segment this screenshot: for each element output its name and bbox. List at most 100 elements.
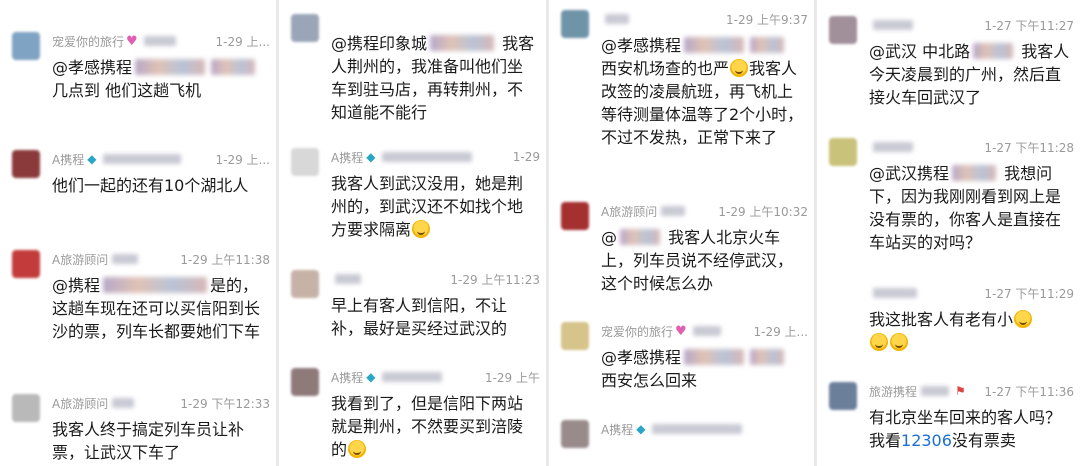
message-meta: 1-27 下午11:29 bbox=[869, 284, 1074, 302]
chat-panel-3: 1-29 上午9:37 @孝感携程 西安机场查的也严 我客人改签的凌晨航班，再飞机… bbox=[546, 0, 814, 466]
message-meta: 旅游携程 ⚑ 1-27 下午11:36 bbox=[869, 382, 1074, 400]
sender-name: A携程 bbox=[52, 152, 85, 167]
message-text: 有北京坐车回来的客人吗？我看12306没有票卖 bbox=[869, 406, 1072, 452]
avatar[interactable] bbox=[12, 394, 40, 422]
timestamp: 1-29 上... bbox=[215, 152, 271, 167]
mention[interactable]: @孝感携程 bbox=[601, 36, 681, 55]
timestamp: 1-29 bbox=[512, 150, 540, 164]
redacted-text bbox=[684, 37, 745, 53]
chat-panel-1: ··· 宠爱你的旅行 ♥ 1-29 上... @孝感携程 几点到 他们这趟飞机 … bbox=[0, 0, 276, 466]
mention[interactable]: @孝感携程 bbox=[601, 348, 681, 367]
avatar[interactable] bbox=[561, 10, 589, 38]
redacted-text bbox=[620, 229, 660, 245]
avatar[interactable] bbox=[291, 148, 319, 176]
redacted-name bbox=[692, 326, 721, 336]
flag-emoji-icon: ⚑ bbox=[955, 384, 966, 398]
redacted-name bbox=[335, 274, 361, 284]
message-meta: 宠爱你的旅行 ♥ 1-29 上... bbox=[601, 322, 808, 340]
message-text: @携程 是的，这趟车现在还可以买信阳到长沙的票，列车长都要她们下车 bbox=[52, 274, 268, 343]
redacted-name bbox=[873, 288, 917, 298]
redacted-name bbox=[873, 20, 913, 30]
sender-name: 旅游携程 bbox=[869, 384, 918, 399]
sweat-emoji-icon bbox=[730, 59, 749, 77]
avatar[interactable] bbox=[829, 382, 857, 410]
message-text: 他们一起的还有10个湖北人 bbox=[52, 176, 249, 195]
avatar[interactable] bbox=[561, 420, 589, 448]
message-meta: A携程 ◆ 1-29 bbox=[331, 148, 540, 166]
timestamp: 1-27 下午11:27 bbox=[984, 18, 1074, 33]
message-meta: 1-29 上午9:37 bbox=[601, 10, 808, 28]
redacted-name bbox=[112, 398, 135, 408]
avatar[interactable] bbox=[829, 138, 857, 166]
mention[interactable]: @孝感携程 bbox=[52, 58, 132, 77]
mention[interactable]: @携程印象城 bbox=[331, 34, 427, 53]
message-text: @孝感携程 几点到 他们这趟飞机 bbox=[52, 56, 268, 102]
avatar[interactable] bbox=[291, 368, 319, 396]
phone-link[interactable]: 12306 bbox=[901, 431, 952, 450]
dolphin-emoji-icon: ◆ bbox=[366, 370, 376, 384]
message-text: @携程印象城 我客人荆州的，我准备叫他们坐车到驻马店，再转荆州，不知道能不能行 bbox=[331, 32, 538, 124]
redacted-text bbox=[430, 35, 495, 51]
message-body: 西安怎么回来 bbox=[601, 371, 698, 390]
laughing-emoji-icon bbox=[348, 440, 367, 458]
timestamp: 1-29 上午9:37 bbox=[726, 12, 808, 27]
message-text: 早上有客人到信阳，不让补，最好是买经过武汉的 bbox=[331, 296, 508, 338]
redacted-name bbox=[382, 152, 473, 162]
sender-name: A旅游顾问 bbox=[52, 396, 109, 411]
timestamp: 1-29 上... bbox=[753, 324, 809, 339]
redacted-name bbox=[382, 372, 443, 382]
sender-name: A携程 bbox=[331, 370, 364, 385]
dolphin-emoji-icon: ◆ bbox=[636, 422, 646, 436]
avatar[interactable] bbox=[561, 202, 589, 230]
heart-emoji-icon: ♥ bbox=[675, 323, 687, 339]
message-meta: 1-29 上午11:23 bbox=[331, 270, 540, 288]
redacted-text bbox=[211, 59, 256, 75]
redacted-name bbox=[652, 424, 743, 434]
avatar[interactable] bbox=[12, 250, 40, 278]
avatar[interactable] bbox=[291, 270, 319, 298]
sender-name: A旅游顾问 bbox=[601, 204, 658, 219]
mention[interactable]: @携程 bbox=[52, 276, 100, 295]
heart-emoji-icon: ♥ bbox=[126, 33, 138, 49]
sweat-emoji-icon bbox=[870, 333, 888, 351]
message-text: 我这批客人有老有小 bbox=[869, 308, 1072, 354]
timestamp: 1-29 上午 bbox=[484, 370, 540, 385]
message-body: 没有票卖 bbox=[951, 431, 1016, 450]
redacted-name bbox=[873, 142, 913, 152]
sweat-emoji-icon bbox=[1014, 310, 1033, 328]
redacted-name bbox=[605, 14, 629, 24]
timestamp: 1-29 上午10:32 bbox=[718, 204, 808, 219]
dolphin-emoji-icon: ◆ bbox=[366, 150, 376, 164]
avatar[interactable] bbox=[291, 14, 319, 42]
sender-name: A旅游顾问 bbox=[52, 252, 109, 267]
sender-name: A携程 bbox=[331, 150, 364, 165]
avatar[interactable] bbox=[561, 322, 589, 350]
chat-screenshot-collage: ··· 宠爱你的旅行 ♥ 1-29 上... @孝感携程 几点到 他们这趟飞机 … bbox=[0, 0, 1080, 466]
avatar[interactable] bbox=[829, 16, 857, 44]
message-text: @孝感携程 西安机场查的也严 我客人改签的凌晨航班，再飞机上等待测量体温等了2个小… bbox=[601, 34, 806, 149]
timestamp: 1-29 上午11:23 bbox=[450, 272, 540, 287]
message-meta: A携程 ◆ 1-29 上午 bbox=[331, 368, 540, 386]
message-meta: A旅游顾问 1-29 上午11:38 bbox=[52, 250, 270, 268]
redacted-text bbox=[952, 165, 997, 181]
message-body: 西安机场查的也严 bbox=[601, 59, 730, 78]
redacted-text bbox=[684, 349, 745, 365]
redacted-name bbox=[921, 386, 950, 396]
redacted-name bbox=[103, 154, 182, 164]
chat-panel-2: @携程印象城 我客人荆州的，我准备叫他们坐车到驻马店，再转荆州，不知道能不能行 … bbox=[276, 0, 546, 466]
avatar[interactable] bbox=[12, 150, 40, 178]
redacted-name bbox=[143, 36, 176, 46]
timestamp: 1-29 上... bbox=[215, 34, 271, 49]
timestamp: 1-27 下午11:29 bbox=[984, 286, 1074, 301]
avatar[interactable] bbox=[12, 32, 40, 60]
timestamp: 1-27 下午11:36 bbox=[984, 384, 1074, 399]
mention[interactable]: @武汉携程 bbox=[869, 164, 949, 183]
mention[interactable]: @ bbox=[601, 228, 617, 247]
message-meta: 宠爱你的旅行 ♥ 1-29 上... bbox=[52, 32, 270, 50]
cut-off-header: ··· bbox=[12, 0, 23, 6]
mention[interactable]: @武汉 中北路 bbox=[869, 42, 970, 61]
message-text: @孝感携程 西安怎么回来 bbox=[601, 346, 806, 392]
message-meta: 1-27 下午11:27 bbox=[869, 16, 1074, 34]
message-text: @武汉 中北路 我客人今天凌晨到的广州，然后直接火车回武汉了 bbox=[869, 40, 1072, 109]
redacted-text bbox=[750, 349, 785, 365]
